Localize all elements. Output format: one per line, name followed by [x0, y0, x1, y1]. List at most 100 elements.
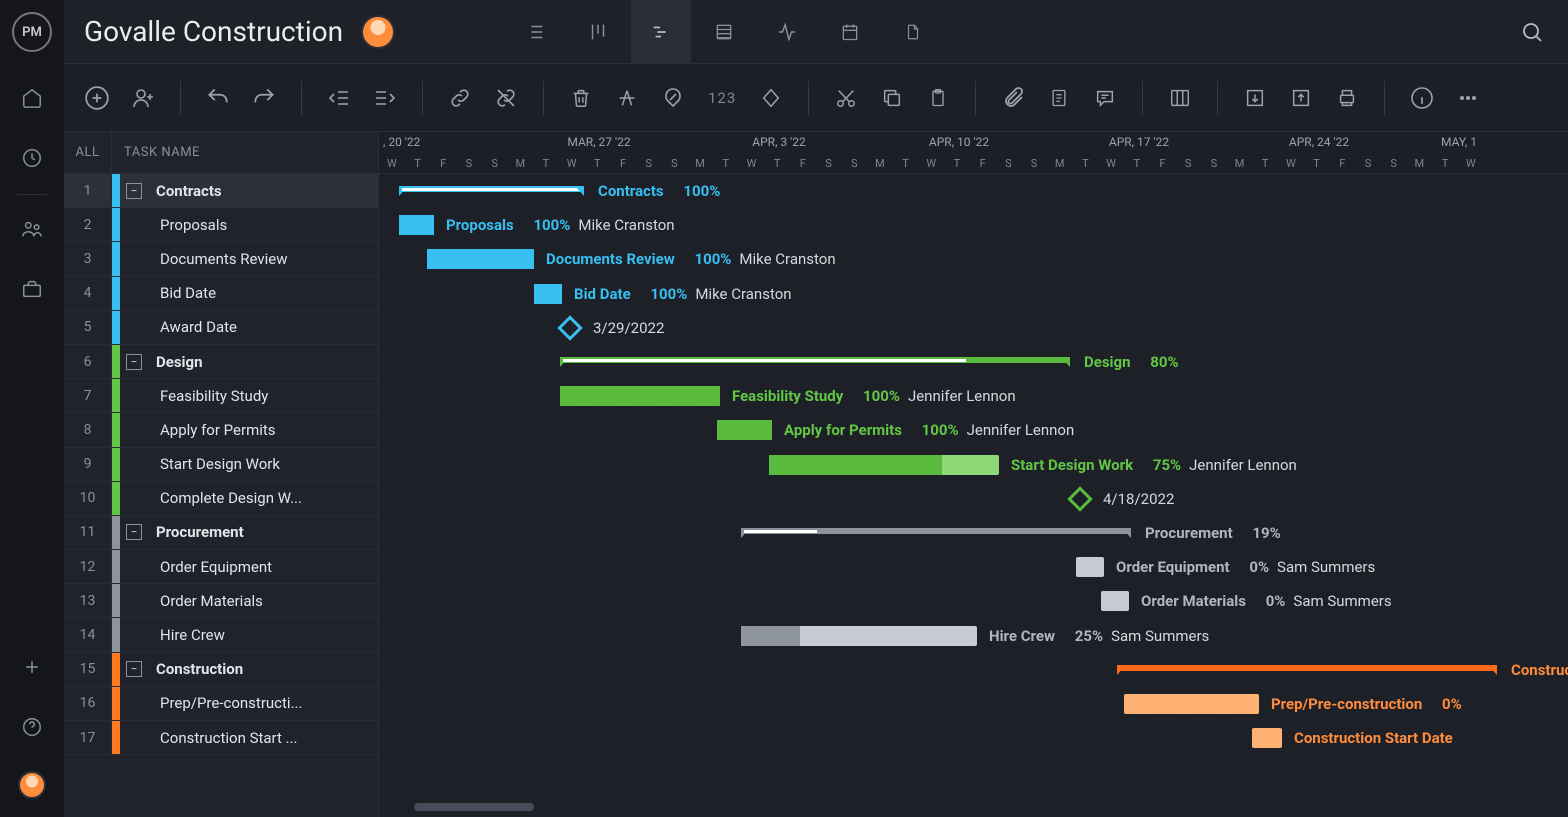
timeline-header: , 20 '22MAR, 27 '22APR, 3 '22APR, 10 '22… — [379, 132, 1568, 174]
bar-label: Order Materials 0%Sam Summers — [1141, 591, 1392, 611]
milestone-icon[interactable] — [756, 83, 786, 113]
project-owner-avatar[interactable] — [361, 15, 395, 49]
summary-bar[interactable] — [560, 357, 1070, 368]
task-row[interactable]: 10 Complete Design W... — [64, 482, 378, 516]
list-view-tab[interactable] — [505, 0, 565, 64]
home-icon[interactable] — [16, 82, 48, 114]
document-view-tab[interactable] — [883, 0, 943, 64]
more-icon[interactable] — [1453, 83, 1483, 113]
task-row[interactable]: 1−Contracts — [64, 174, 378, 208]
gantt-chart[interactable]: , 20 '22MAR, 27 '22APR, 3 '22APR, 10 '22… — [379, 132, 1568, 817]
task-color-bar — [112, 311, 120, 344]
task-row[interactable]: 14Hire Crew — [64, 618, 378, 652]
task-row[interactable]: 6−Design — [64, 345, 378, 379]
summary-bar[interactable] — [399, 186, 584, 197]
redo-icon[interactable] — [249, 83, 279, 113]
gantt-view-tab[interactable] — [631, 0, 691, 64]
task-row[interactable]: 17Construction Start ... — [64, 721, 378, 755]
task-row[interactable]: 4Bid Date — [64, 277, 378, 311]
info-icon[interactable] — [1407, 83, 1437, 113]
column-name-header[interactable]: TASK NAME — [112, 145, 200, 160]
collapse-icon[interactable]: − — [126, 183, 142, 199]
unlink-icon[interactable] — [491, 83, 521, 113]
task-bar[interactable] — [1252, 728, 1282, 748]
task-row[interactable]: 5Award Date — [64, 311, 378, 345]
task-row[interactable]: 13Order Materials — [64, 584, 378, 618]
task-bar[interactable] — [1101, 591, 1129, 611]
copy-icon[interactable] — [877, 83, 907, 113]
milestone-icon[interactable] — [1067, 486, 1092, 511]
row-number: 10 — [64, 482, 112, 515]
summary-bar[interactable] — [741, 528, 1131, 539]
plus-icon[interactable] — [16, 651, 48, 683]
task-name: Complete Design W... — [120, 489, 378, 507]
cut-icon[interactable] — [831, 83, 861, 113]
board-view-tab[interactable] — [568, 0, 628, 64]
collapse-icon[interactable]: − — [126, 354, 142, 370]
export-icon[interactable] — [1286, 83, 1316, 113]
task-bar[interactable] — [399, 215, 434, 235]
row-number: 3 — [64, 242, 112, 275]
clock-icon[interactable] — [16, 142, 48, 174]
task-color-bar — [112, 482, 120, 515]
columns-icon[interactable] — [1165, 83, 1195, 113]
row-number: 5 — [64, 311, 112, 344]
task-bar[interactable] — [741, 626, 977, 646]
briefcase-icon[interactable] — [16, 273, 48, 305]
collapse-icon[interactable]: − — [126, 661, 142, 677]
task-color-bar — [112, 174, 120, 207]
task-row[interactable]: 15−Construction — [64, 653, 378, 687]
summary-bar[interactable] — [1117, 665, 1497, 676]
paste-icon[interactable] — [923, 83, 953, 113]
gantt-body[interactable]: Contracts 100%Proposals 100%Mike Cransto… — [379, 174, 1568, 817]
task-row[interactable]: 8Apply for Permits — [64, 413, 378, 447]
task-row[interactable]: 11−Procurement — [64, 516, 378, 550]
task-row[interactable]: 9Start Design Work — [64, 448, 378, 482]
user-avatar[interactable] — [18, 771, 46, 799]
sheet-view-tab[interactable] — [694, 0, 754, 64]
task-row[interactable]: 16Prep/Pre-constructi... — [64, 687, 378, 721]
task-name: Procurement — [150, 523, 378, 541]
search-icon[interactable] — [1520, 20, 1544, 44]
undo-icon[interactable] — [203, 83, 233, 113]
clear-format-icon[interactable] — [658, 83, 688, 113]
task-bar[interactable] — [1076, 557, 1104, 577]
milestone-icon[interactable] — [557, 315, 582, 340]
app-logo[interactable]: PM — [12, 12, 52, 52]
help-icon[interactable] — [16, 711, 48, 743]
task-bar[interactable] — [534, 284, 562, 304]
task-row[interactable]: 2Proposals — [64, 208, 378, 242]
notes-icon[interactable] — [1044, 83, 1074, 113]
numbering-icon[interactable]: 123 — [704, 89, 740, 107]
task-row[interactable]: 3Documents Review — [64, 242, 378, 276]
task-row[interactable]: 12Order Equipment — [64, 550, 378, 584]
task-name: Design — [150, 353, 378, 371]
task-bar[interactable] — [1124, 694, 1259, 714]
add-task-icon[interactable] — [82, 83, 112, 113]
import-icon[interactable] — [1240, 83, 1270, 113]
task-bar[interactable] — [560, 386, 720, 406]
delete-icon[interactable] — [566, 83, 596, 113]
strikethrough-icon[interactable] — [612, 83, 642, 113]
team-icon[interactable] — [16, 213, 48, 245]
comment-icon[interactable] — [1090, 83, 1120, 113]
collapse-icon[interactable]: − — [126, 524, 142, 540]
print-icon[interactable] — [1332, 83, 1362, 113]
add-person-icon[interactable] — [128, 83, 158, 113]
link-icon[interactable] — [445, 83, 475, 113]
task-bar[interactable] — [769, 455, 999, 475]
task-row[interactable]: 7Feasibility Study — [64, 379, 378, 413]
task-name: Order Equipment — [120, 558, 378, 576]
calendar-view-tab[interactable] — [820, 0, 880, 64]
indent-icon[interactable] — [370, 83, 400, 113]
topbar: Govalle Construction — [0, 0, 1568, 64]
task-bar[interactable] — [717, 420, 772, 440]
row-number: 4 — [64, 277, 112, 310]
row-number: 16 — [64, 687, 112, 720]
column-all-header[interactable]: ALL — [64, 132, 112, 173]
outdent-icon[interactable] — [324, 83, 354, 113]
attachment-icon[interactable] — [998, 83, 1028, 113]
activity-view-tab[interactable] — [757, 0, 817, 64]
task-bar[interactable] — [427, 249, 534, 269]
horizontal-scrollbar[interactable] — [399, 803, 1548, 811]
